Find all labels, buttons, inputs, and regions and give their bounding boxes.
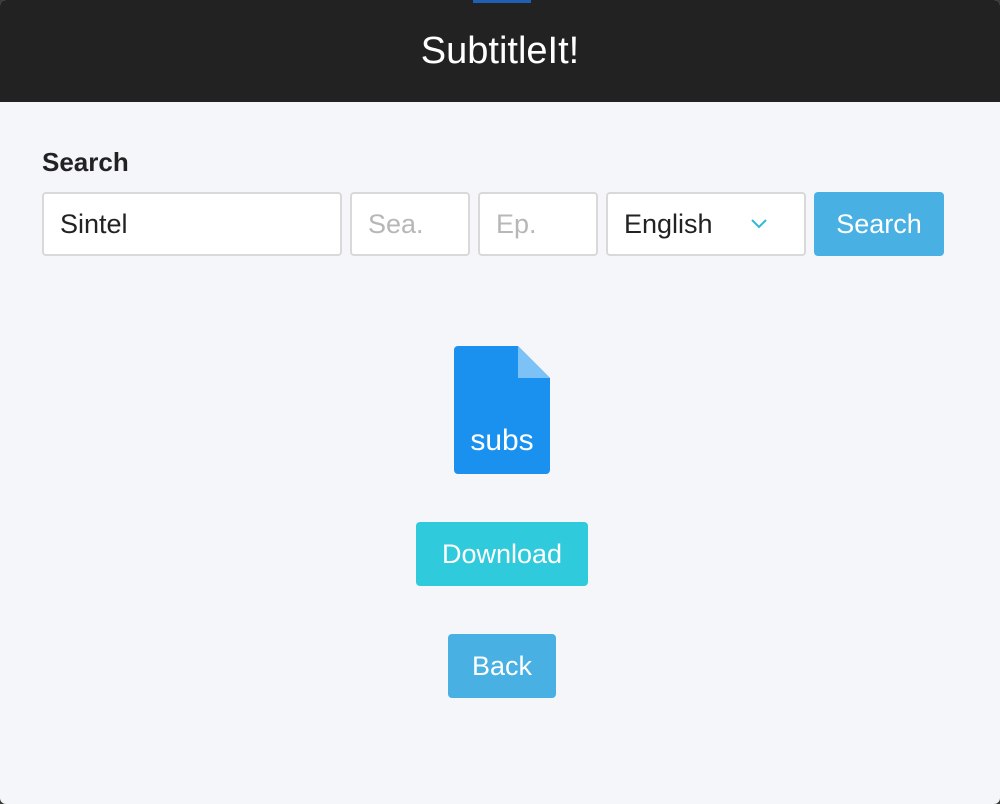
file-label: subs xyxy=(470,424,534,457)
search-input[interactable] xyxy=(42,192,342,256)
title-bar: SubtitleIt! xyxy=(0,0,1000,102)
season-input[interactable] xyxy=(350,192,470,256)
back-button[interactable]: Back xyxy=(448,634,556,698)
app-window: SubtitleIt! Search English Search subs D… xyxy=(0,0,1000,804)
language-selected-value: English xyxy=(624,208,713,239)
top-accent-line xyxy=(473,0,531,3)
app-title: SubtitleIt! xyxy=(420,29,580,72)
episode-input[interactable] xyxy=(478,192,598,256)
search-button[interactable]: Search xyxy=(814,192,944,256)
download-button[interactable]: Download xyxy=(416,522,588,586)
language-select[interactable]: English xyxy=(606,192,806,256)
search-label: Search xyxy=(42,147,129,177)
chevron-down-icon xyxy=(748,213,770,235)
